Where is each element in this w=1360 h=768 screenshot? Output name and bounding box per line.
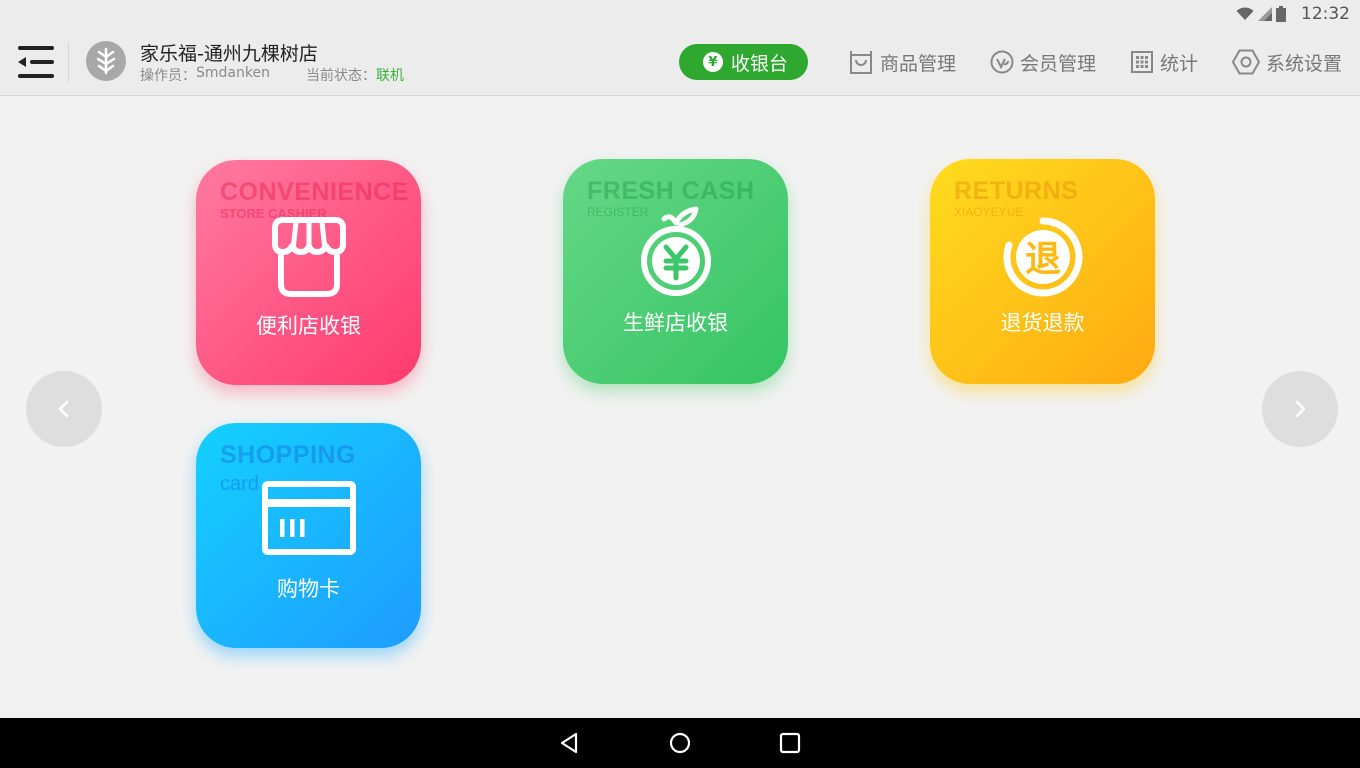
nav-statistics[interactable]: 统计 [1130, 49, 1198, 76]
fruit-yen-icon [640, 206, 711, 296]
prev-page-button[interactable] [26, 371, 102, 447]
tile-returns-refund[interactable]: RETURNS XIAOYEYUE 退 退货退款 [930, 159, 1155, 384]
tile-label: 生鲜店收银 [623, 311, 728, 335]
tile-bg-title: RETURNS [954, 177, 1079, 205]
status-value: 联机 [375, 68, 404, 84]
storefront-icon [271, 217, 346, 297]
tile-bg-title: FRESH CASH [587, 177, 755, 205]
home-icon [669, 732, 691, 754]
recent-apps-button[interactable] [778, 731, 802, 755]
menu-icon [18, 46, 54, 78]
chevron-right-icon [1295, 400, 1306, 418]
nav-member-management-label: 会员管理 [1019, 52, 1096, 75]
app-header: 家乐福-通州九棵树店 操作员： Smdanken 当前状态： 联机 ¥ 收银台 … [0, 28, 1360, 96]
settings-hex-icon [1231, 49, 1260, 75]
tile-shopping-card[interactable]: SHOPPING card 购物卡 [196, 423, 421, 648]
refund-icon-char: 退 [1024, 239, 1060, 280]
tile-convenience-cashier[interactable]: CONVENIENCE STORE CASHIER 便利店收银 [196, 160, 421, 385]
tile-bg-title: CONVENIENCE [220, 178, 409, 206]
main-nav: ¥ 收银台 商品管理 会员管理 统计 系统设置 [678, 44, 1342, 80]
tile-fresh-cashier[interactable]: FRESH CASH REGISTER 生鲜店收银 [563, 159, 788, 384]
nav-product-management-label: 商品管理 [879, 52, 956, 75]
grid-stats-icon [1130, 51, 1153, 73]
operator-label: 操作员： [140, 68, 196, 84]
back-icon [560, 732, 578, 754]
nav-system-settings-label: 系统设置 [1265, 52, 1342, 75]
tile-bg-title: SHOPPING [220, 441, 356, 469]
leaf-icon [96, 47, 116, 75]
tile-bg-subtitle: card [220, 473, 259, 495]
clock: 12:32 [1301, 4, 1350, 24]
status-label: 当前状态： [305, 68, 376, 84]
shopping-bag-icon [849, 51, 872, 74]
nav-product-management[interactable]: 商品管理 [848, 49, 956, 76]
nav-statistics-label: 统计 [1159, 52, 1198, 75]
store-logo [86, 41, 126, 81]
nav-cashier-label: 收银台 [730, 52, 788, 75]
header-divider [68, 42, 69, 82]
status-bar: 12:32 [0, 0, 1360, 28]
recent-apps-icon [779, 732, 801, 754]
battery-icon [1276, 6, 1286, 22]
chevron-left-icon [58, 400, 69, 418]
system-nav-bar [0, 718, 1360, 768]
menu-button[interactable] [14, 42, 58, 82]
store-name: 家乐福-通州九棵树店 [140, 43, 318, 65]
store-meta: 操作员： Smdanken 当前状态： 联机 [140, 65, 404, 85]
tile-label: 购物卡 [277, 577, 340, 601]
nav-system-settings[interactable]: 系统设置 [1231, 49, 1342, 76]
home-button[interactable] [668, 731, 692, 755]
nav-cashier[interactable]: ¥ 收银台 [678, 44, 808, 80]
card-icon [261, 481, 356, 555]
refund-icon: 退 [1003, 217, 1082, 297]
operator-name: Smdanken [196, 65, 270, 81]
next-page-button[interactable] [1262, 371, 1338, 447]
tile-label: 退货退款 [1000, 311, 1085, 335]
member-v-icon [990, 50, 1014, 74]
back-button[interactable] [558, 731, 582, 755]
signal-icon [1258, 7, 1272, 21]
wifi-icon [1236, 7, 1254, 20]
nav-member-management[interactable]: 会员管理 [990, 49, 1096, 76]
status-icons [1236, 6, 1286, 22]
tile-label: 便利店收银 [256, 314, 361, 338]
yen-icon: ¥ [702, 52, 723, 72]
